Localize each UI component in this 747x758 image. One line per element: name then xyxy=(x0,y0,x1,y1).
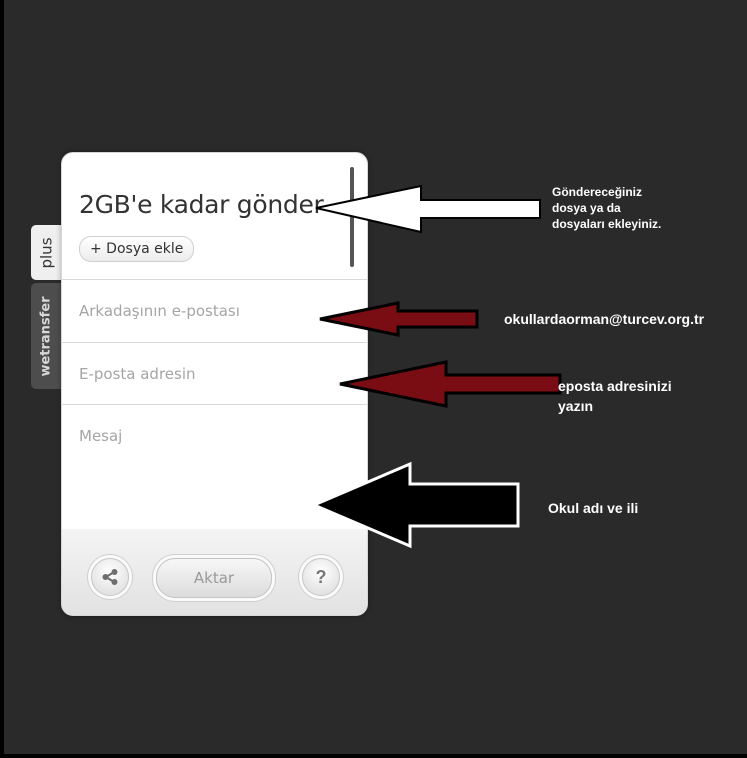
sender-note-line: yazın xyxy=(558,398,594,414)
sender-email-note: eposta adresinizi yazın xyxy=(558,376,672,416)
files-note: Göndereceğiniz dosya ya da dosyaları ekl… xyxy=(552,184,661,232)
recipient-email-note: okullardaorman@turcev.org.tr xyxy=(504,311,705,327)
black-arrow-message xyxy=(310,461,520,549)
files-note-line: dosya ya da xyxy=(552,201,621,215)
red-arrow-your-email xyxy=(339,360,562,408)
files-note-line: Göndereceğiniz xyxy=(552,185,643,199)
white-arrow xyxy=(315,184,541,234)
school-note: Okul adı ve ili xyxy=(548,500,639,516)
sender-note-line: eposta adresinizi xyxy=(558,378,672,394)
files-note-line: dosyaları ekleyiniz. xyxy=(552,217,662,231)
red-arrow-friend-email xyxy=(319,301,479,337)
